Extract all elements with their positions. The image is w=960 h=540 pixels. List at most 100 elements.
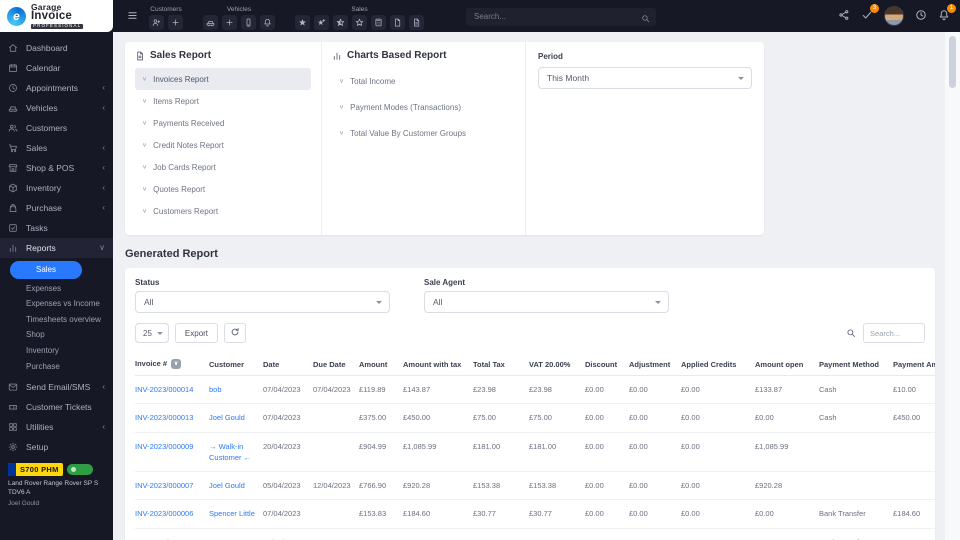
sales-report-item-payments-received[interactable]: ∨Payments Received [135, 112, 311, 134]
star-outline-button[interactable] [352, 15, 367, 30]
plus-button[interactable] [222, 15, 237, 30]
customer-link[interactable]: bob [209, 385, 222, 394]
sidebar-item-purchase[interactable]: Purchase‹ [0, 198, 113, 218]
star-plus-button[interactable] [314, 15, 329, 30]
file-button[interactable] [390, 15, 405, 30]
customer-link[interactable]: Joel Gould [209, 413, 245, 422]
panel-title-charts: Charts Based Report [347, 50, 446, 61]
file-text-button[interactable] [409, 15, 424, 30]
list-item-label: Payments Received [153, 119, 224, 128]
table-search-icon[interactable] [846, 328, 856, 338]
sidebar-subitem-sales[interactable]: Sales [10, 261, 82, 279]
sidebar-subitem-shop[interactable]: Shop [0, 327, 113, 343]
global-search-input[interactable] [466, 8, 656, 26]
sales-report-item-customers-report[interactable]: ∨Customers Report [135, 200, 311, 222]
page-size-select[interactable]: 25 [135, 323, 169, 343]
period-select-value: This Month [547, 73, 589, 83]
sidebar-subitem-expenses-vs-income[interactable]: Expenses vs Income [0, 296, 113, 312]
car-icon [206, 15, 215, 30]
sidebar-item-vehicles[interactable]: Vehicles‹ [0, 98, 113, 118]
sidebar-item-dashboard[interactable]: Dashboard [0, 38, 113, 58]
topbar-group-label: Customers [150, 6, 181, 13]
history-button[interactable] [915, 9, 927, 24]
app-logo[interactable]: e Garage Invoice PROFESSIONAL [0, 0, 113, 32]
chevron-left-icon: ‹ [102, 184, 105, 192]
page-scrollbar-thumb[interactable] [949, 36, 956, 88]
notifications-button[interactable]: 1 [938, 9, 950, 24]
invoice-link[interactable]: INV-2023/000006 [135, 509, 193, 518]
invoice-link[interactable]: INV-2023/000007 [135, 481, 193, 490]
star-button[interactable] [295, 15, 310, 30]
sidebar-item-setup[interactable]: Setup [0, 437, 113, 457]
bell-button[interactable] [260, 15, 275, 30]
sidebar-item-send-email-sms[interactable]: Send Email/SMS‹ [0, 377, 113, 397]
sales-report-item-credit-notes-report[interactable]: ∨Credit Notes Report [135, 134, 311, 156]
page-scrollbar-track[interactable] [945, 32, 960, 540]
col-header-applied-credits[interactable]: Applied Credits [681, 353, 755, 376]
grid-icon [8, 422, 19, 433]
sidebar-item-calendar[interactable]: Calendar [0, 58, 113, 78]
share-button[interactable] [838, 9, 850, 24]
customer-link[interactable]: Spencer Little [209, 509, 255, 518]
col-header-due-date[interactable]: Due Date [313, 353, 359, 376]
sidebar-item-tasks[interactable]: Tasks [0, 218, 113, 238]
sidebar-item-customer-tickets[interactable]: Customer Tickets [0, 397, 113, 417]
status-select[interactable]: All [135, 291, 390, 313]
refresh-button[interactable] [224, 323, 246, 343]
sidebar-subitem-purchase[interactable]: Purchase [0, 359, 113, 375]
col-header-payment-method[interactable]: Payment Method [819, 353, 893, 376]
chevron-down-icon: ∨ [142, 186, 147, 192]
period-select[interactable]: This Month [538, 67, 752, 89]
col-header-amount[interactable]: Amount [359, 353, 403, 376]
sidebar-subitem-timesheets-overview[interactable]: Timesheets overview [0, 312, 113, 328]
col-header-total-tax[interactable]: Total Tax [473, 353, 529, 376]
user-plus-button[interactable] [149, 15, 164, 30]
invoice-link[interactable]: INV-2023/000009 [135, 442, 193, 451]
sale-agent-select[interactable]: All [424, 291, 669, 313]
calculator-button[interactable] [371, 15, 386, 30]
col-header-discount[interactable]: Discount [585, 353, 629, 376]
menu-toggle-button[interactable] [121, 9, 143, 24]
sidebar-item-reports[interactable]: Reports∨ [0, 238, 113, 258]
sidebar-item-appointments[interactable]: Appointments‹ [0, 78, 113, 98]
charts-report-item-payment-modes-transactions[interactable]: ∨Payment Modes (Transactions) [332, 94, 515, 120]
sidebar-item-customers[interactable]: Customers [0, 118, 113, 138]
sidebar-subitem-expenses[interactable]: Expenses [0, 281, 113, 297]
customer-link[interactable]: → Walk-in Customer ← [209, 442, 251, 462]
sidebar-item-sales[interactable]: Sales‹ [0, 138, 113, 158]
avatar[interactable] [884, 6, 904, 26]
col-header-amount-open[interactable]: Amount open [755, 353, 819, 376]
col-header-vat-20-00[interactable]: VAT 20.00% [529, 353, 585, 376]
sales-report-item-job-cards-report[interactable]: ∨Job Cards Report [135, 156, 311, 178]
vehicle-widget[interactable]: S700 PHM Land Rover Range Rover SP S TDV… [0, 463, 113, 507]
invoice-link[interactable]: INV-2023/000014 [135, 385, 193, 394]
invoice-link[interactable]: INV-2023/000013 [135, 413, 193, 422]
sales-report-item-items-report[interactable]: ∨Items Report [135, 90, 311, 112]
export-button[interactable]: Export [175, 323, 218, 343]
col-header-date[interactable]: Date [263, 353, 313, 376]
plus-button[interactable] [168, 15, 183, 30]
col-header-invoice[interactable]: Invoice #∨ [135, 353, 209, 376]
star-half-button[interactable] [333, 15, 348, 30]
customer-link[interactable]: Joel Gould [209, 481, 245, 490]
car-button[interactable] [203, 15, 218, 30]
table-search-input[interactable] [863, 323, 925, 343]
charts-report-item-total-value-by-customer-groups[interactable]: ∨Total Value By Customer Groups [332, 120, 515, 146]
sidebar-item-shop-pos[interactable]: Shop & POS‹ [0, 158, 113, 178]
column-filter-icon[interactable]: ∨ [171, 359, 181, 369]
approvals-button[interactable]: 3 [861, 9, 873, 24]
mobile-button[interactable] [241, 15, 256, 30]
sales-report-item-quotes-report[interactable]: ∨Quotes Report [135, 178, 311, 200]
col-header-adjustment[interactable]: Adjustment [629, 353, 681, 376]
store-icon [8, 163, 19, 174]
sidebar-item-label: Reports [26, 243, 56, 253]
table-row: INV-2023/000013Joel Gould07/04/2023£375.… [135, 404, 935, 432]
sales-report-item-invoices-report[interactable]: ∨Invoices Report [135, 68, 311, 90]
col-header-amount-with-tax[interactable]: Amount with tax [403, 353, 473, 376]
col-header-payment-amount[interactable]: Payment Amount [893, 353, 935, 376]
sidebar-item-inventory[interactable]: Inventory‹ [0, 178, 113, 198]
charts-report-item-total-income[interactable]: ∨Total Income [332, 68, 515, 94]
col-header-customer[interactable]: Customer [209, 353, 263, 376]
sidebar-subitem-inventory[interactable]: Inventory [0, 343, 113, 359]
sidebar-item-utilities[interactable]: Utilities‹ [0, 417, 113, 437]
